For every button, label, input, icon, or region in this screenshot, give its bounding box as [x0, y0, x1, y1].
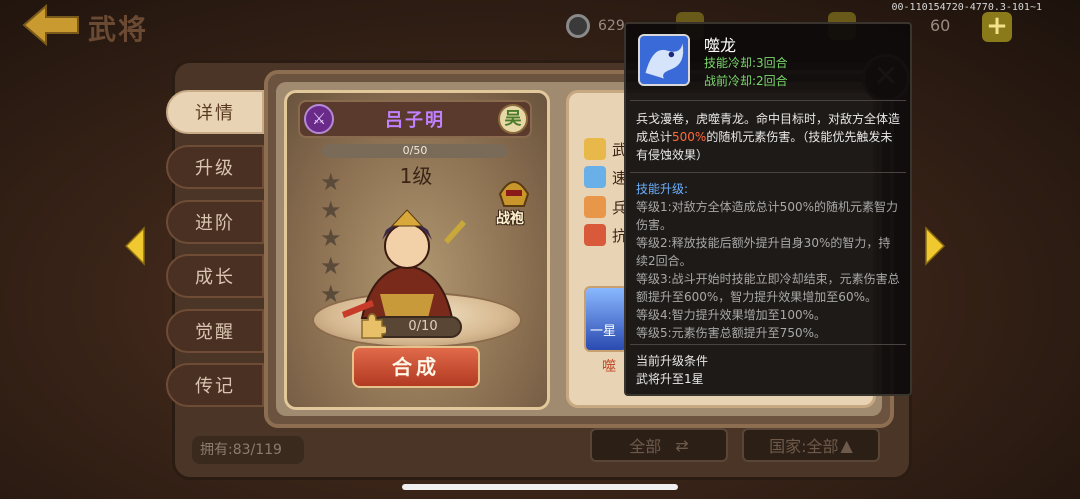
filter-all-button[interactable]: 全部 ⇄ [590, 428, 728, 462]
tab-label: 成长 [195, 267, 235, 288]
tooltip-upgrade-title: 技能升级: [636, 182, 689, 196]
level-item: 等级2:释放技能后额外提升自身30%的智力，持续2回合。 [636, 236, 891, 268]
tooltip-condition-title: 当前升级条件 [636, 354, 709, 368]
tab-details[interactable]: 详情 [166, 90, 264, 134]
tooltip-condition-value: 武将升至1星 [636, 372, 704, 386]
attribute-row: 兵 [584, 196, 627, 218]
coin-icon [566, 14, 590, 38]
puzzle-shard-icon [361, 313, 386, 339]
coin-counter: 629 [566, 12, 625, 40]
level-item: 等级4:智力提升效果增加至100%。 [636, 308, 826, 322]
tooltip-divider [630, 344, 906, 345]
hero-name: 吕子明 [385, 110, 445, 131]
tooltip-divider [630, 172, 906, 173]
tooltip-divider [630, 100, 906, 101]
back-arrow-icon[interactable] [22, 4, 82, 46]
force-icon [584, 138, 606, 160]
speed-icon [584, 166, 606, 188]
tab-biography[interactable]: 传记 [166, 363, 264, 407]
version-text: 00-110154720-4770.3-101~1 [891, 2, 1042, 13]
tab-label: 进阶 [195, 213, 235, 234]
attribute-row: 抗 [584, 224, 627, 246]
resist-icon [584, 224, 606, 246]
tab-awaken[interactable]: 觉醒 [166, 309, 264, 353]
filter-country-label: 国家:全部 [769, 437, 839, 456]
faction-badge: 吴 [498, 104, 528, 134]
troops-icon [584, 196, 606, 218]
hero-portrait[interactable] [332, 200, 482, 330]
tooltip-prebattle-cooldown: 战前冷却:2回合 [704, 74, 788, 88]
previous-hero-arrow-icon[interactable] [124, 226, 146, 266]
next-hero-arrow-icon[interactable] [924, 226, 946, 266]
energy-value: 60 [930, 16, 951, 35]
attribute-row: 武 [584, 138, 627, 160]
swap-arrows-icon: ⇄ [675, 435, 689, 455]
add-energy-button[interactable]: + [982, 12, 1012, 42]
tab-advance[interactable]: 进阶 [166, 200, 264, 244]
tab-label: 觉醒 [195, 322, 235, 343]
hero-level: 1级 [399, 164, 433, 188]
robe-label: 战袍 [496, 211, 524, 227]
dragon-skill-icon [638, 34, 690, 86]
helmet-robe-icon[interactable] [494, 172, 534, 212]
level-item: 等级5:元素伤害总额提升至750%。 [636, 326, 826, 340]
tooltip-skill-name: 噬龙 [704, 36, 737, 55]
filter-all-label: 全部 [629, 437, 662, 456]
attribute-row: 速 [584, 166, 627, 188]
exp-text: 0/50 [402, 144, 428, 157]
tooltip-skill-cooldown: 技能冷却:3回合 [704, 56, 788, 70]
owned-count: 拥有:83/119 [192, 436, 304, 464]
triangle-up-icon: ▲ [840, 435, 853, 455]
home-indicator[interactable] [402, 484, 678, 490]
star-icon: ★ [320, 168, 342, 196]
level-item: 等级1:对敌方全体造成总计500%的随机元素智力伤害。 [636, 200, 898, 232]
skill-thumbnail[interactable] [584, 286, 628, 352]
page-title: 武将 [88, 13, 149, 46]
tooltip-level-list: 等级1:对敌方全体造成总计500%的随机元素智力伤害。 等级2:释放技能后额外提… [636, 198, 902, 342]
tab-upgrade[interactable]: 升级 [166, 145, 264, 189]
tab-label: 详情 [195, 103, 235, 124]
description-highlight: 500% [672, 130, 707, 144]
level-item: 等级3:战斗开始时技能立即冷却结束，元素伤害总额提升至600%，智力提升效果增加… [636, 272, 900, 304]
tab-label: 升级 [195, 158, 235, 179]
tab-growth[interactable]: 成长 [166, 254, 264, 298]
tooltip-description: 兵戈漫卷，虎噬青龙。命中目标时，对敌方全体造成总计500%的随机元素伤害。（技能… [636, 110, 900, 164]
sword-class-icon: ⚔ [304, 104, 334, 134]
skill-star-label: 一星 [590, 324, 617, 339]
coin-value: 629 [598, 18, 625, 34]
skill-name-label: 噬 [602, 359, 616, 375]
tab-label: 传记 [195, 376, 235, 397]
filter-country-button[interactable]: 国家:全部 ▲ [742, 428, 880, 462]
compose-button[interactable]: 合成 [352, 346, 480, 388]
